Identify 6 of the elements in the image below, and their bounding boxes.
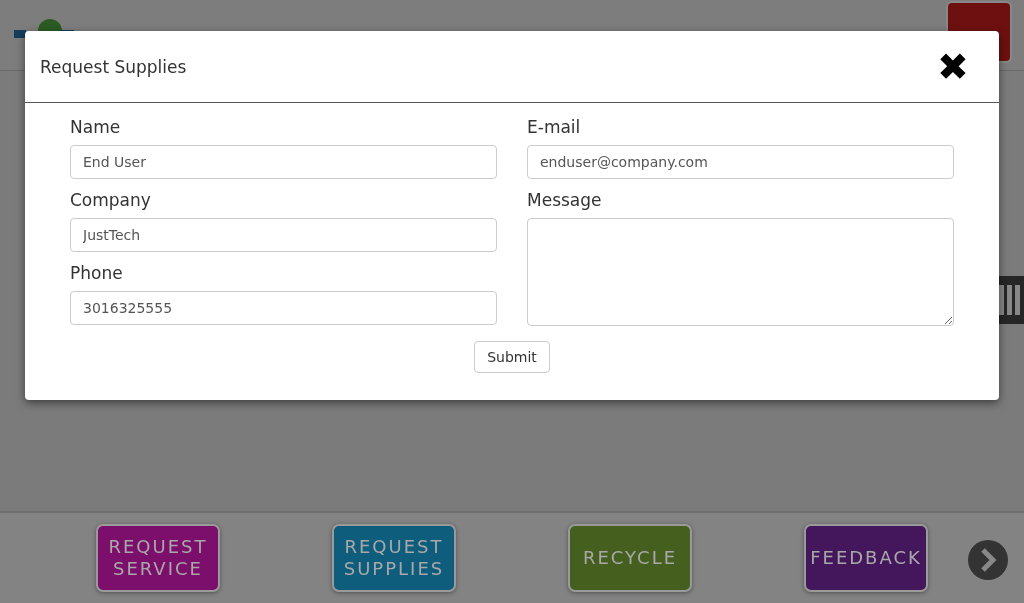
field-label: Company (70, 190, 152, 210)
field-label: E-mail (527, 117, 582, 137)
field-label: Message (527, 190, 603, 210)
field-label: Name (70, 117, 122, 137)
field-label: Phone (70, 263, 124, 283)
dialog-title: Request Supplies (40, 56, 187, 77)
